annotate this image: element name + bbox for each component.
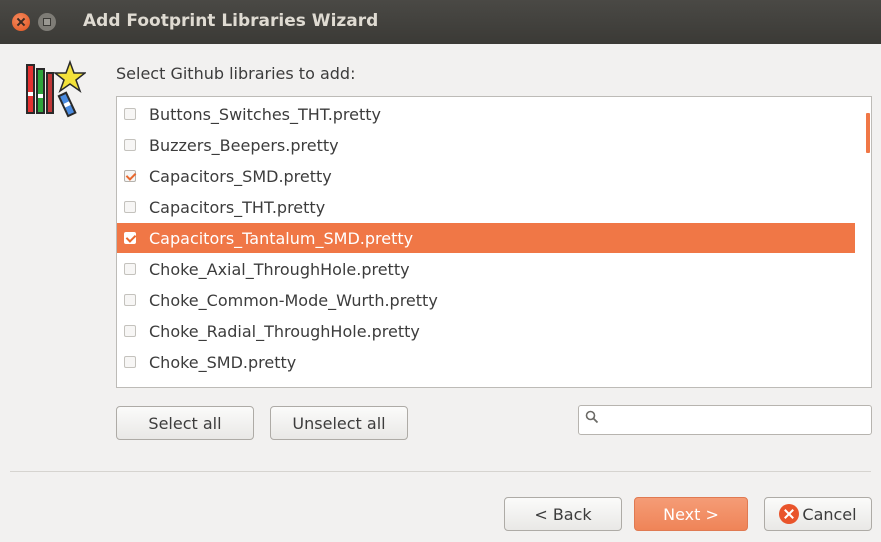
unselect-all-button[interactable]: Unselect all [270, 406, 408, 440]
library-item-label: Choke_Radial_ThroughHole.pretty [149, 321, 420, 341]
window-title: Add Footprint Libraries Wizard [83, 11, 379, 31]
library-list-item[interactable]: Buttons_Switches_THT.pretty [117, 99, 855, 129]
library-item-label: Capacitors_SMD.pretty [149, 166, 332, 186]
library-select-prompt: Select Github libraries to add: [116, 64, 356, 83]
library-item-label: Buttons_Switches_THT.pretty [149, 104, 382, 124]
next-button[interactable]: Next > [634, 497, 748, 531]
library-list-item[interactable]: Choke_Axial_ThroughHole.pretty [117, 254, 855, 284]
library-search-field[interactable] [578, 405, 872, 435]
list-scrollbar[interactable] [866, 113, 870, 153]
library-wizard-logo-icon [26, 59, 86, 118]
library-checkbox[interactable] [124, 263, 136, 275]
library-list-item[interactable]: Choke_Common-Mode_Wurth.pretty [117, 285, 855, 315]
library-checkbox[interactable] [124, 232, 136, 244]
library-item-label: Choke_Axial_ThroughHole.pretty [149, 259, 410, 279]
library-checkbox[interactable] [124, 201, 136, 213]
window-minimize-icon[interactable] [38, 13, 56, 31]
library-list-item[interactable]: Capacitors_Tantalum_SMD.pretty [117, 223, 855, 253]
library-checkbox[interactable] [124, 356, 136, 368]
library-list-item[interactable]: Choke_Radial_ThroughHole.pretty [117, 316, 855, 346]
search-icon [585, 410, 599, 424]
search-input[interactable] [605, 408, 871, 434]
footer-separator [10, 471, 871, 472]
library-list-item[interactable]: Buzzers_Beepers.pretty [117, 130, 855, 160]
cancel-icon [779, 504, 800, 524]
library-list[interactable]: Buttons_Switches_THT.pretty Buzzers_Beepe… [116, 96, 872, 388]
library-checkbox[interactable] [124, 108, 136, 120]
library-item-label: Choke_SMD.pretty [149, 352, 297, 372]
library-checkbox[interactable] [124, 325, 136, 337]
cancel-button[interactable]: Cancel [764, 497, 872, 531]
library-item-label: Choke_Common-Mode_Wurth.pretty [149, 290, 438, 310]
window-close-icon[interactable] [12, 13, 30, 31]
back-button[interactable]: < Back [504, 497, 622, 531]
library-list-item[interactable]: Capacitors_THT.pretty [117, 192, 855, 222]
select-all-button[interactable]: Select all [116, 406, 254, 440]
title-bar: Add Footprint Libraries Wizard [0, 0, 881, 44]
library-list-item[interactable]: Choke_SMD.pretty [117, 347, 855, 377]
library-item-label: Buzzers_Beepers.pretty [149, 135, 339, 155]
library-checkbox[interactable] [124, 139, 136, 151]
library-checkbox[interactable] [124, 170, 136, 182]
library-item-label: Capacitors_THT.pretty [149, 197, 326, 217]
library-list-item[interactable]: Capacitors_SMD.pretty [117, 161, 855, 191]
library-item-label: Capacitors_Tantalum_SMD.pretty [149, 228, 414, 248]
library-checkbox[interactable] [124, 294, 136, 306]
cancel-button-label: Cancel [802, 504, 857, 524]
